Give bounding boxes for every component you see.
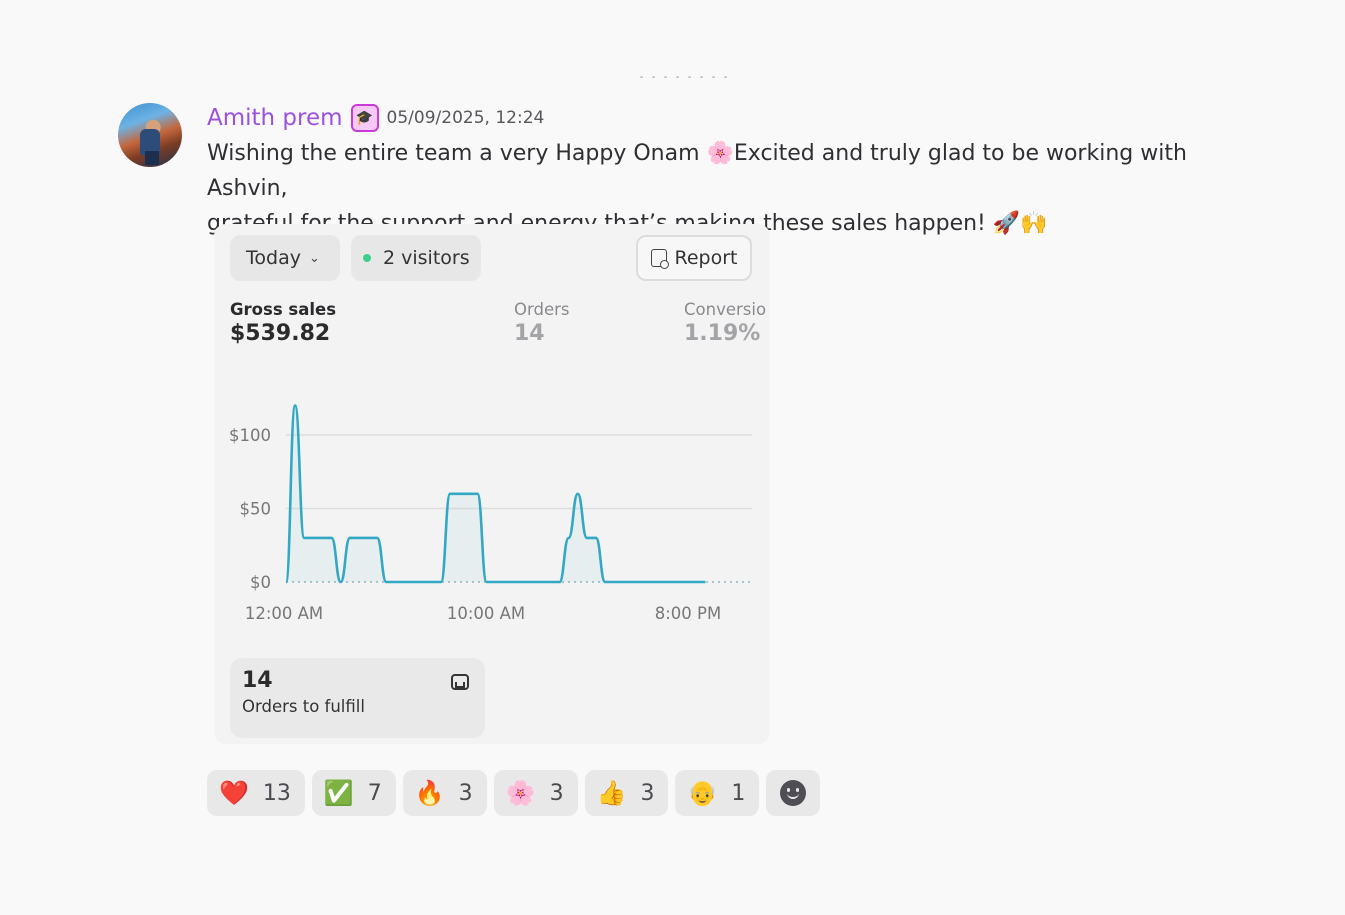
add-reaction-button[interactable] [766,770,821,816]
reaction-check[interactable]: ✅ 7 [311,770,396,816]
username[interactable]: Amith prem [207,105,343,131]
x-tick-label: 10:00 AM [447,604,525,623]
cherry-blossom-icon: 🌸 [505,779,536,807]
metric-value: 1.19% [684,321,761,346]
reaction-heart[interactable]: ❤️ 13 [207,770,305,816]
fulfill-label: Orders to fulfill [242,697,365,716]
chevron-down-icon: ⌄ [308,250,320,266]
message-line1: Wishing the entire team a very Happy Ona… [207,141,707,166]
report-search-icon [650,249,669,269]
graduation-cap-icon[interactable]: 🎓 [350,104,379,132]
date-filter-dropdown[interactable]: Today ⌄ [230,235,340,281]
metric-orders[interactable]: Orders 14 [514,300,634,346]
visitors-label: 2 visitors [383,247,470,269]
report-button[interactable]: Report [636,235,752,281]
metric-label: Orders [514,300,570,319]
orders-to-fulfill-card[interactable]: 14 Orders to fulfill [230,658,485,738]
inbox-tray-icon [451,674,469,690]
previous-message-fade [640,64,800,78]
y-tick-label: $0 [250,573,271,592]
metric-value: 14 [514,321,545,346]
old-man-icon: 👴 [687,779,718,807]
reaction-count: 1 [731,780,746,806]
smiley-icon [780,780,807,806]
reaction-count: 7 [367,780,382,806]
heart-icon: ❤️ [219,779,249,807]
rocket-raised-hands-emoji: 🚀🙌 [992,211,1048,236]
thumbs-up-icon: 👍 [596,779,627,807]
metric-conversion[interactable]: Conversio 1.19% [684,300,770,346]
message-header: Amith prem 🎓 05/09/2025, 12:24 [207,101,544,135]
fire-icon: 🔥 [414,779,445,807]
y-tick-label: $100 [229,426,271,445]
date-filter-label: Today [246,247,301,269]
reaction-count: 3 [549,780,564,806]
metric-label: Gross sales [230,300,337,319]
check-mark-icon: ✅ [323,779,354,807]
sales-line-chart: $100 $50 $0 12:00 AM 10:00 AM 8:00 PM [229,404,752,623]
y-tick-label: $50 [240,500,272,519]
x-tick-label: 8:00 PM [655,604,721,623]
x-tick-label: 12:00 AM [245,604,323,623]
reaction-fire[interactable]: 🔥 3 [402,770,487,816]
report-label: Report [674,247,738,269]
metric-label: Conversio [684,300,767,319]
reactions-bar: ❤️ 13 ✅ 7 🔥 3 🌸 3 👍 3 👴 1 [207,770,821,816]
reaction-thumbs-up[interactable]: 👍 3 [584,770,669,816]
metric-value: $539.82 [230,321,331,346]
visitors-pill[interactable]: 2 visitors [351,235,481,281]
fulfill-count: 14 [242,668,273,693]
reaction-count: 13 [262,780,291,806]
reaction-count: 3 [458,780,473,806]
metric-gross-sales[interactable]: Gross sales $539.82 [230,300,430,346]
user-avatar[interactable] [118,103,182,167]
reaction-blossom[interactable]: 🌸 3 [493,770,578,816]
live-status-dot [363,254,371,262]
reaction-count: 3 [640,780,655,806]
message-timestamp: 05/09/2025, 12:24 [386,108,545,128]
reaction-old-man[interactable]: 👴 1 [675,770,760,816]
series-area [286,405,706,582]
cherry-blossom-emoji: 🌸 [706,141,734,166]
